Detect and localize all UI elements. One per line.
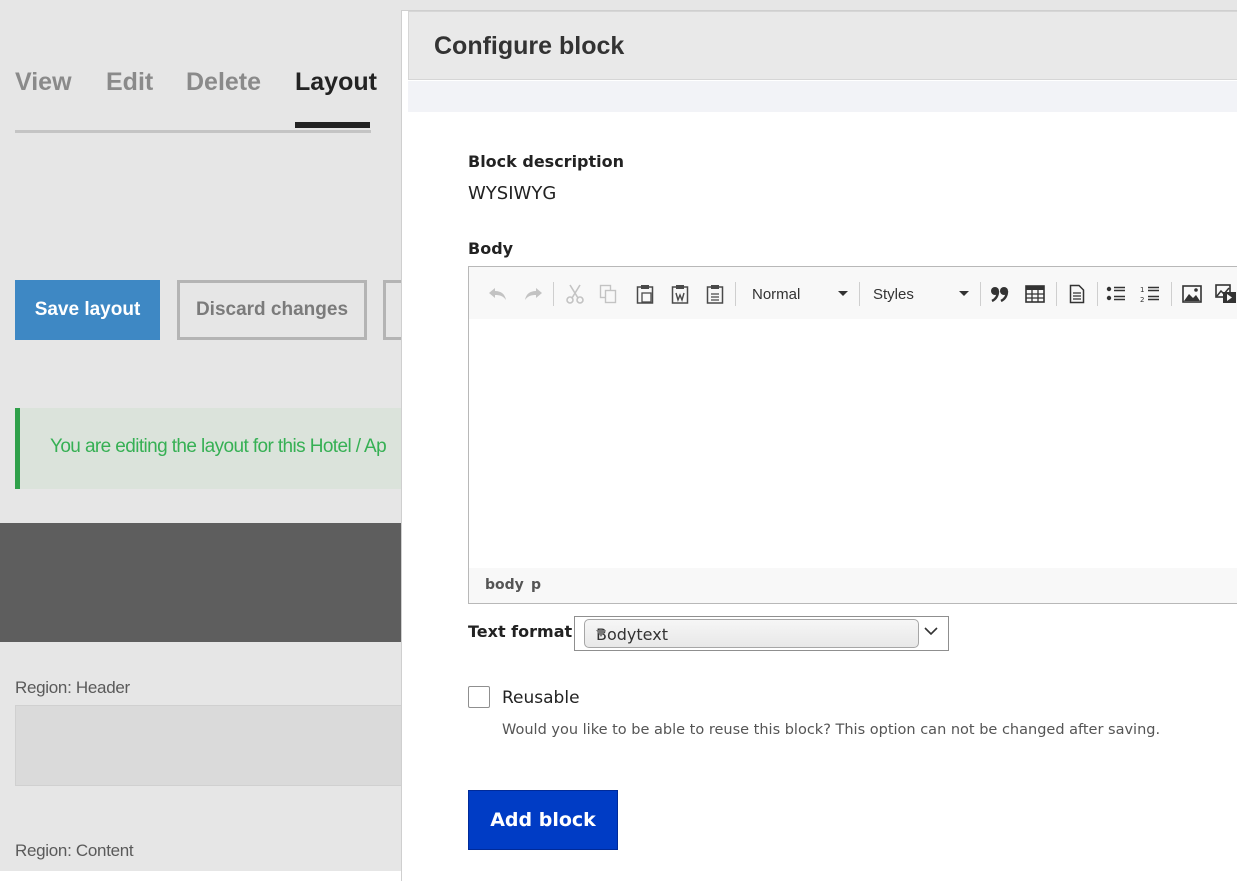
text-format-value: Bodytext: [596, 625, 668, 644]
styles-dropdown[interactable]: Styles: [873, 281, 969, 307]
toolbar-separator: [1171, 282, 1172, 306]
block-description-label: Block description: [468, 152, 625, 171]
dialog-messages-area: [408, 81, 1237, 112]
primary-tabs: View Edit Delete Layout: [15, 62, 377, 133]
toolbar-separator: [553, 282, 554, 306]
format-dropdown[interactable]: Normal: [752, 281, 848, 307]
tab-edit[interactable]: Edit: [106, 68, 153, 97]
styles-dropdown-value: Styles: [873, 285, 914, 303]
blockquote-icon[interactable]: [989, 283, 1011, 305]
paste-from-word-icon[interactable]: [669, 283, 691, 305]
svg-text:1: 1: [1140, 286, 1144, 294]
toolbar-separator: [1097, 282, 1098, 306]
body-label: Body: [468, 239, 514, 258]
media-icon[interactable]: [1215, 283, 1237, 305]
tab-delete[interactable]: Delete: [186, 68, 261, 97]
reusable-label[interactable]: Reusable: [502, 688, 580, 708]
text-format-label: Text format: [468, 622, 573, 641]
chevron-down-icon: [924, 627, 938, 636]
bulleted-list-icon[interactable]: [1105, 283, 1127, 305]
source-icon[interactable]: [1066, 283, 1088, 305]
redo-icon[interactable]: [522, 283, 544, 305]
region-header-dropzone[interactable]: [15, 705, 417, 786]
reusable-checkbox[interactable]: [468, 686, 490, 708]
layout-section-banner: [0, 523, 420, 642]
add-block-button[interactable]: Add block: [468, 790, 618, 850]
dialog-titlebar: Configure block: [408, 11, 1237, 80]
toolbar-separator: [980, 282, 981, 306]
wysiwyg-editor: Normal Styles 12 body p: [468, 266, 1237, 604]
status-message-text: You are editing the layout for this Hote…: [50, 436, 387, 457]
image-icon[interactable]: [1181, 283, 1203, 305]
toolbar-separator: [735, 282, 736, 306]
paste-as-text-icon[interactable]: [704, 283, 726, 305]
path-item-body[interactable]: body: [485, 577, 524, 593]
editor-toolbar: Normal Styles 12: [469, 267, 1237, 319]
element-path-bar: body p: [469, 568, 1237, 603]
editor-content-area[interactable]: [469, 319, 1237, 569]
active-tab-indicator: [295, 122, 370, 128]
numbered-list-icon[interactable]: 12: [1139, 283, 1161, 305]
path-item-p[interactable]: p: [531, 577, 541, 593]
text-format-select-value-box: Bodytext: [584, 619, 919, 648]
copy-icon[interactable]: [597, 283, 619, 305]
triangle-down-icon: [596, 630, 606, 637]
block-description-value: WYSIWYG: [468, 183, 557, 204]
tab-view[interactable]: View: [15, 68, 72, 97]
paste-icon[interactable]: [634, 283, 656, 305]
text-format-select[interactable]: Bodytext: [574, 616, 949, 651]
toolbar-separator: [1056, 282, 1057, 306]
discard-changes-button[interactable]: Discard changes: [177, 280, 367, 340]
dialog-title: Configure block: [434, 32, 625, 60]
region-content-label: Region: Content: [15, 841, 134, 860]
toolbar-separator: [859, 282, 860, 306]
format-dropdown-value: Normal: [752, 285, 801, 303]
table-icon[interactable]: [1024, 283, 1046, 305]
region-header-label: Region: Header: [15, 678, 130, 697]
cut-icon[interactable]: [564, 283, 586, 305]
chevron-down-icon: [838, 291, 848, 296]
undo-icon[interactable]: [487, 283, 509, 305]
status-message: You are editing the layout for this Hote…: [15, 408, 435, 489]
reusable-help-text: Would you like to be able to reuse this …: [502, 722, 1161, 738]
svg-text:2: 2: [1140, 296, 1144, 303]
save-layout-button[interactable]: Save layout: [15, 280, 160, 340]
chevron-down-icon: [959, 291, 969, 296]
configure-block-dialog: Configure block Block description WYSIWY…: [401, 10, 1237, 881]
tab-layout[interactable]: Layout: [295, 68, 377, 97]
